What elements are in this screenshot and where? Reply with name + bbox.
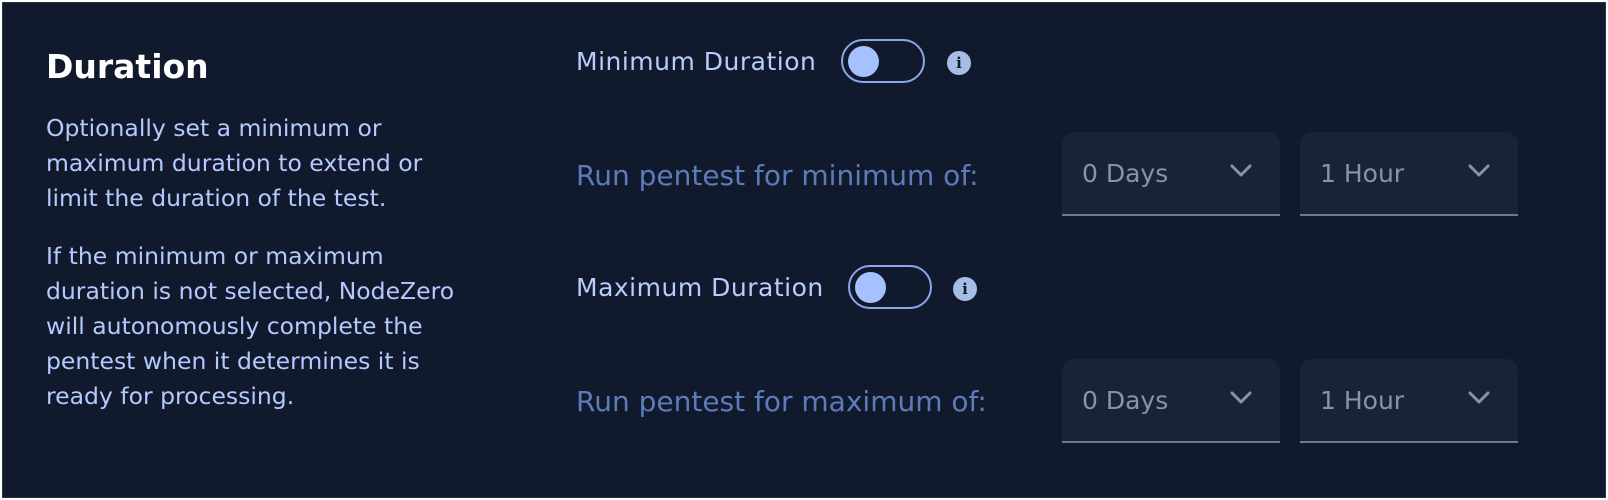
chevron-down-icon [1468,164,1490,177]
duration-settings-panel: Duration Optionally set a minimum or max… [2,2,1606,498]
maximum-duration-label: Maximum Duration [576,273,824,302]
maximum-days-select[interactable]: 0 Days [1062,359,1280,443]
minimum-days-select[interactable]: 0 Days [1062,132,1280,216]
section-note: If the minimum or maximum duration is no… [46,242,455,410]
maximum-hours-select[interactable]: 1 Hour [1300,359,1518,443]
chevron-down-icon [1230,164,1252,177]
info-icon[interactable]: i [953,277,977,301]
section-description: Optionally set a minimum or maximum dura… [46,114,423,212]
section-title: Duration [46,47,209,86]
minimum-run-label: Run pentest for minimum of: [576,159,979,192]
minimum-duration-toggle[interactable] [841,39,925,83]
select-value: 0 Days [1082,159,1169,188]
toggle-knob [855,272,886,303]
minimum-duration-label: Minimum Duration [576,47,817,76]
select-value: 0 Days [1082,386,1169,415]
maximum-run-label: Run pentest for maximum of: [576,385,987,418]
chevron-down-icon [1230,391,1252,404]
maximum-duration-toggle[interactable] [848,265,932,309]
info-icon[interactable]: i [947,51,971,75]
toggle-knob [848,46,879,77]
chevron-down-icon [1468,391,1490,404]
select-value: 1 Hour [1320,159,1405,188]
select-value: 1 Hour [1320,386,1405,415]
minimum-hours-select[interactable]: 1 Hour [1300,132,1518,216]
